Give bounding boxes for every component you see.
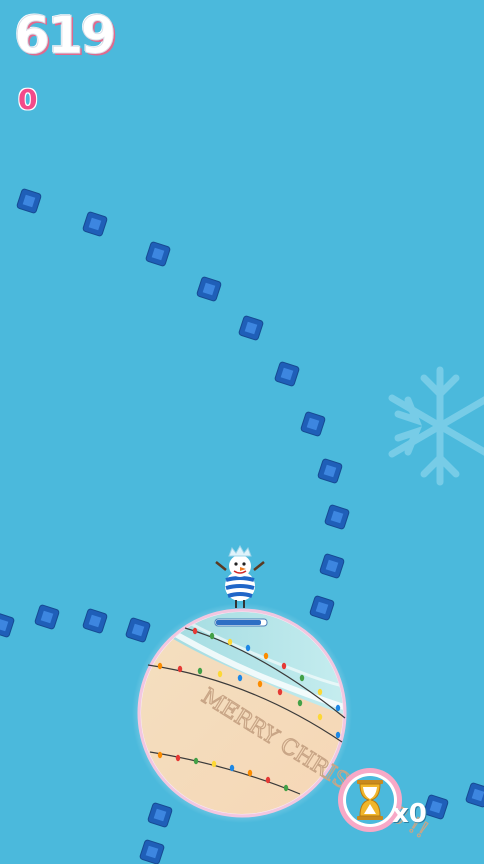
light-bulb — [299, 674, 305, 682]
game-world: MERRY CHRISTMAS !! — [0, 188, 484, 864]
charge-bar — [214, 618, 268, 627]
light-bulb — [245, 644, 251, 652]
light-bulb — [317, 713, 323, 721]
light-bulb — [263, 652, 269, 660]
light-bulb — [335, 731, 341, 739]
score-counter: 619 — [14, 6, 118, 66]
snowflake-icon — [388, 366, 484, 486]
hourglass-count: x0 — [392, 799, 427, 829]
light-bulb — [281, 662, 287, 670]
light-bulb — [211, 760, 217, 768]
light-bulb — [277, 688, 283, 696]
light-bulb — [283, 784, 289, 792]
light-bulb — [209, 632, 215, 640]
light-bulb — [247, 769, 253, 777]
light-bulb — [237, 674, 243, 682]
light-bulb — [217, 670, 223, 678]
light-bulb — [175, 754, 181, 762]
light-bulb — [192, 627, 198, 635]
light-bulb — [317, 688, 323, 696]
snowman-icon — [215, 544, 265, 608]
gem-counter: 0 — [18, 83, 38, 116]
light-bulb — [193, 757, 199, 765]
light-bulb — [335, 704, 341, 712]
light-bulb — [157, 751, 163, 759]
light-bulb — [177, 665, 183, 673]
light-bulb — [265, 776, 271, 784]
light-bulb — [197, 667, 203, 675]
light-bulb — [157, 662, 163, 670]
game-stage[interactable]: MERRY CHRISTMAS !! 619 0 x0 — [0, 0, 484, 864]
light-bulb — [297, 699, 303, 707]
light-bulb — [227, 638, 233, 646]
light-bulb — [229, 764, 235, 772]
light-bulb — [257, 680, 263, 688]
